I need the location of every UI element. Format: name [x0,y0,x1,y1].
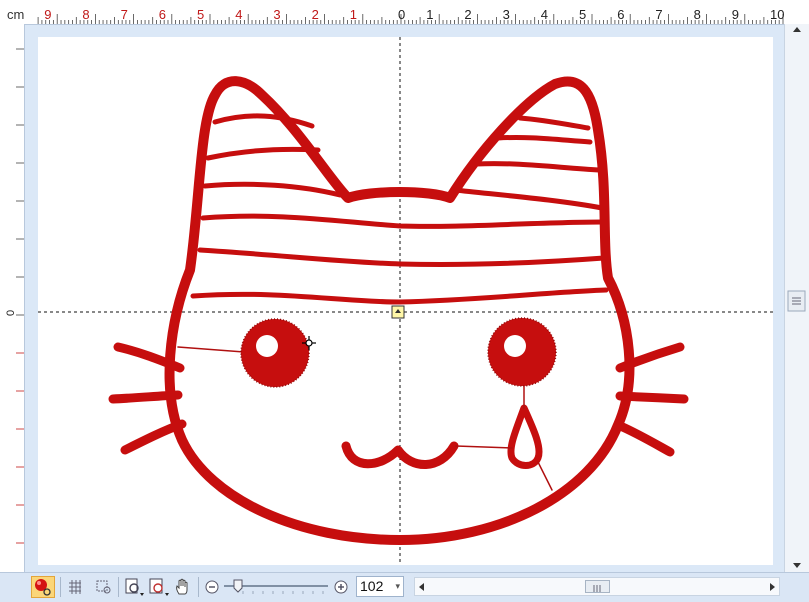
vertical-scrollbar-graphics [787,27,806,568]
pan-button[interactable] [172,576,194,598]
ruler-label: 8 [82,7,89,22]
grip-icon [593,585,601,592]
bottom-toolbar: 102 ▾ [0,572,809,602]
horizontal-scroll-thumb[interactable] [585,580,610,593]
zoom-box-icon [96,580,111,594]
toolbar-separator [198,577,199,597]
vertical-scrollbar[interactable] [784,24,809,572]
zoom-selection-icon [149,578,169,596]
scroll-down-arrow-icon[interactable] [793,563,801,568]
horizontal-ruler-ticks: 9 8 7 6 5 4 3 2 1 0 1 2 3 4 5 6 7 8 9 10 [37,7,784,24]
grid-button[interactable] [65,576,87,598]
zoom-out-icon [205,580,219,594]
zoom-level-value: 102 [360,578,384,594]
ruler-label: 7 [121,7,128,22]
ruler-label: 7 [655,7,662,22]
ruler-corner: cm [0,0,30,24]
ruler-label: 4 [235,7,242,22]
toolbar-separator [118,577,119,597]
ruler-label: 6 [617,7,624,22]
zoom-out-button[interactable] [203,576,221,598]
right-eye[interactable] [487,317,557,387]
ruler-label: 3 [273,7,280,22]
ruler-label: 4 [541,7,548,22]
stitch-player-button[interactable] [31,576,55,598]
ruler-label: 5 [579,7,586,22]
ruler-label: 10 [770,7,784,22]
scroll-right-arrow-icon[interactable] [770,583,775,591]
right-whiskers[interactable] [613,342,689,457]
cat-mouth[interactable] [341,441,459,469]
ruler-label: 1 [350,7,357,22]
left-whiskers[interactable] [108,342,187,455]
chevron-down-icon[interactable]: ▾ [395,577,400,596]
ruler-label: 2 [464,7,471,22]
vertical-ruler-ticks: 0 [5,48,24,582]
ruler-label: 3 [503,7,510,22]
ruler-label: 2 [312,7,319,22]
design-center-marker[interactable] [391,305,405,319]
vertical-ruler: 0 [0,24,25,582]
scroll-left-arrow-icon[interactable] [419,583,424,591]
hand-icon [176,578,188,595]
ruler-label: 5 [197,7,204,22]
embroidery-editor: 9 8 7 6 5 4 3 2 1 0 1 2 3 4 5 6 7 8 9 10 cm 0 [0,0,809,602]
zoom-page-button[interactable] [122,576,146,598]
ruler-label: 1 [426,7,433,22]
toolbar-separator [60,577,61,597]
cat-tear[interactable] [507,404,543,469]
zoom-in-icon [334,580,348,594]
zoom-level-input[interactable]: 102 ▾ [356,576,404,597]
grid-icon [69,580,81,594]
stripe-fill [190,113,609,305]
zoom-slider-thumb[interactable] [233,579,243,593]
zoom-in-button[interactable] [332,576,350,598]
vertical-ruler-zero-label: 0 [5,310,17,316]
zoom-slider-track [224,579,328,594]
stitch-player-icon [35,579,51,596]
ruler-unit-label: cm [7,7,25,22]
embroidery-design[interactable] [38,37,773,565]
zoom-box-button[interactable] [93,576,115,598]
zoom-slider[interactable] [221,576,331,598]
ruler-label: 6 [159,7,166,22]
ruler-label: 0 [398,7,405,22]
horizontal-scrollbar[interactable] [414,577,780,596]
left-eye[interactable] [240,318,310,388]
horizontal-ruler: 9 8 7 6 5 4 3 2 1 0 1 2 3 4 5 6 7 8 9 10 [0,0,809,25]
ruler-label: 9 [44,7,51,22]
zoom-selection-button[interactable] [147,576,171,598]
zoom-page-icon [125,578,144,596]
ruler-label: 9 [732,7,739,22]
ruler-label: 8 [694,7,701,22]
scroll-up-arrow-icon[interactable] [793,27,801,32]
design-page[interactable] [38,37,773,565]
